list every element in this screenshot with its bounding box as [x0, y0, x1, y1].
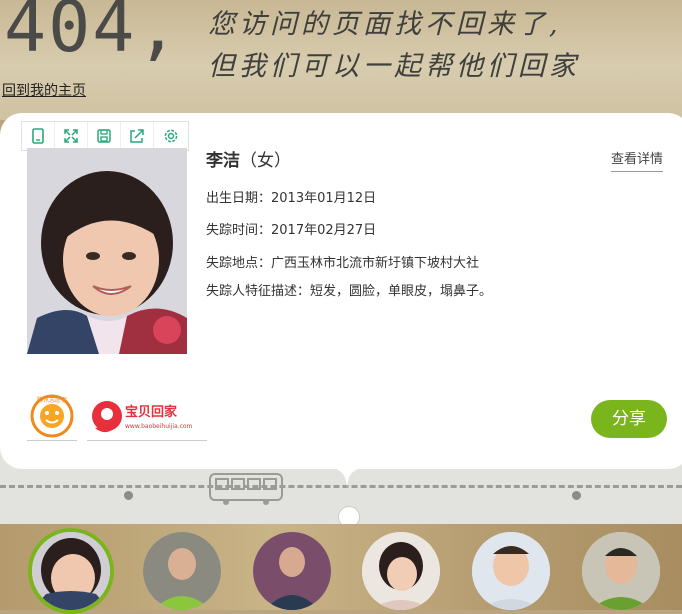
bus-icon [209, 473, 283, 505]
thumbnail[interactable] [143, 532, 221, 610]
share-out-icon[interactable] [121, 122, 154, 150]
thumbnail[interactable] [253, 532, 331, 610]
baobeihuijia-logo[interactable]: 宝贝回家 www.baobeihuijia.com [87, 394, 207, 441]
thumbnail-active[interactable] [28, 528, 114, 614]
thumbnail[interactable] [472, 532, 550, 610]
gear-icon[interactable] [154, 122, 187, 150]
volunteer-logo[interactable]: 腾讯志愿者 [27, 394, 77, 441]
headline-line-1: 您访问的页面找不回来了, [208, 9, 562, 40]
missing-place: 失踪地点：广西玉林市北流市新圩镇下坡村大社 [206, 256, 480, 271]
birth-date: 出生日期：2013年01月12日 [206, 191, 377, 206]
photo-toolbar [21, 121, 189, 151]
view-details-link[interactable]: 查看详情 [611, 148, 664, 172]
thumbnail[interactable] [582, 532, 660, 610]
person-features: 失踪人特征描述：短发，圆脸，单眼皮，塌鼻子。 [206, 284, 493, 299]
road-pin [124, 491, 133, 500]
volunteer-logo-caption: 腾讯志愿者 [37, 396, 67, 404]
missing-person-photo [27, 148, 187, 354]
headline-line-2: 但我们可以一起帮他们回家 [208, 51, 580, 82]
share-button[interactable]: 分享 [591, 400, 667, 438]
child-portrait-image [27, 148, 187, 354]
phone-icon[interactable] [22, 122, 55, 150]
card-pointer [332, 468, 362, 490]
road-pin [572, 491, 581, 500]
baobei-logo-url: www.baobeihuijia.com [125, 423, 193, 430]
home-link[interactable]: 回到我的主页 [2, 80, 86, 100]
person-name: 李洁（女） [206, 151, 291, 171]
missing-time: 失踪时间：2017年02月27日 [206, 223, 377, 238]
save-icon[interactable] [88, 122, 121, 150]
baobei-logo-text: 宝贝回家 [125, 404, 178, 420]
thumbnail[interactable] [362, 532, 440, 610]
expand-icon[interactable] [55, 122, 88, 150]
error-code: 404, [4, 0, 181, 68]
